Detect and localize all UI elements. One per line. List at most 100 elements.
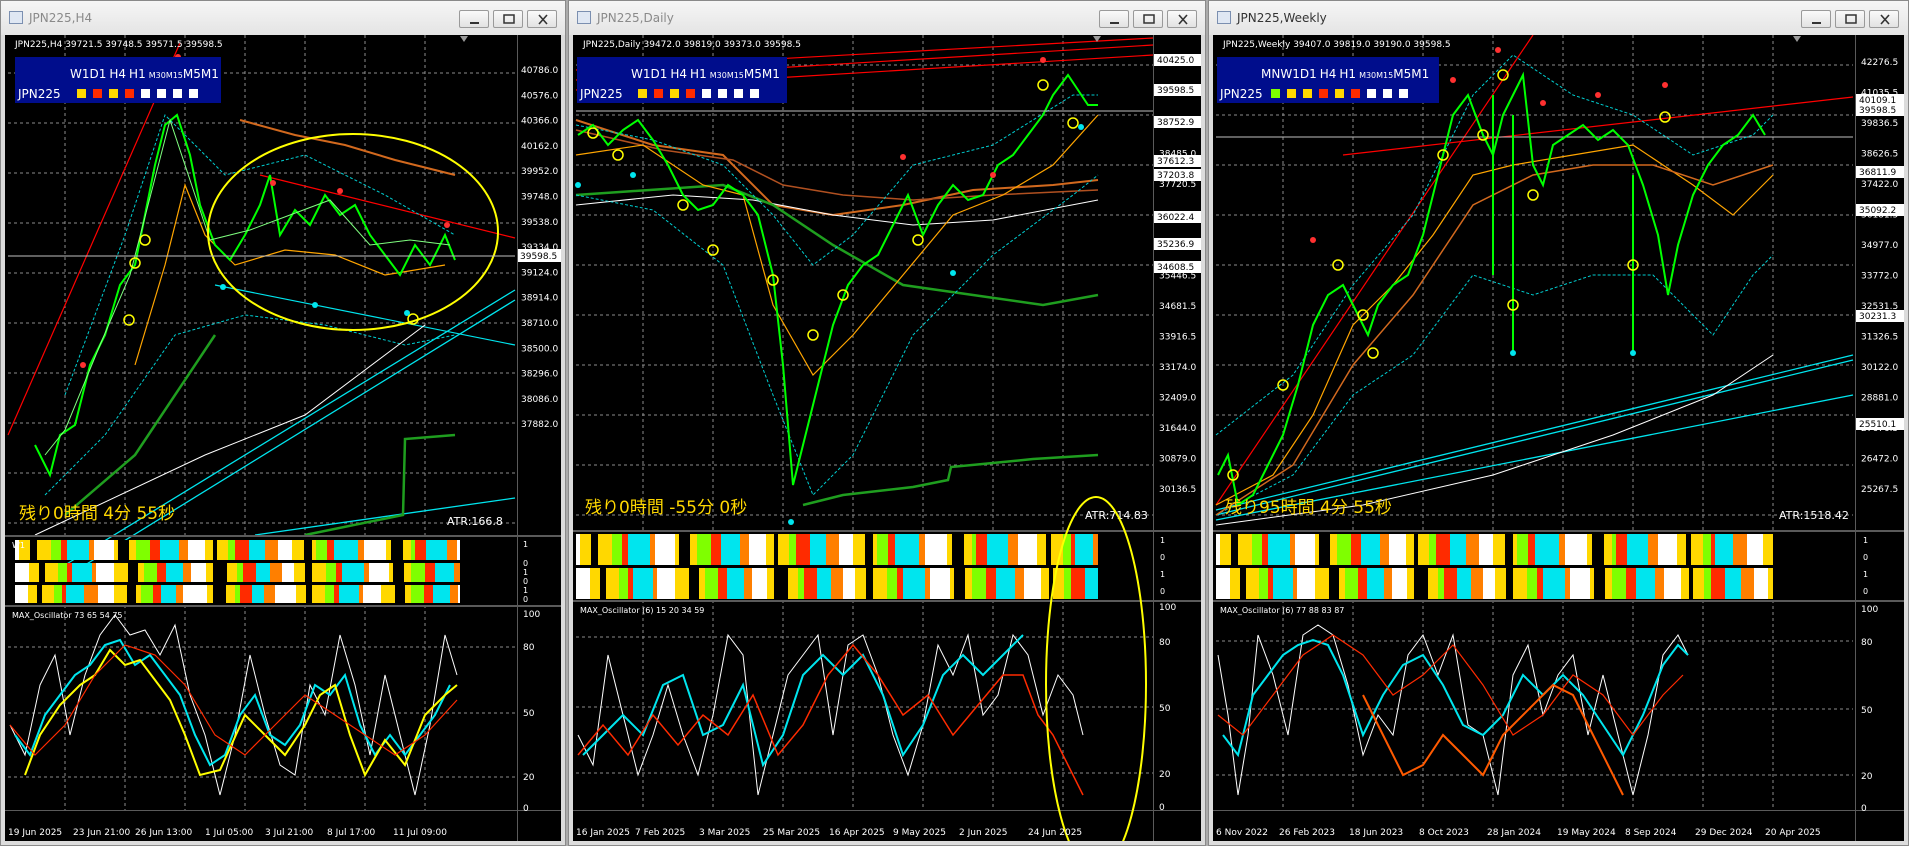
timeframe-status-boxes	[1271, 89, 1408, 98]
band-cell	[1093, 534, 1098, 565]
minimize-button[interactable]	[1801, 10, 1831, 28]
price-chart[interactable]: JPN225,H4 39721.5 39748.5 39571.5 39598.…	[5, 35, 561, 841]
chart-plot-area[interactable]: JPN225,Daily 39472.0 39819.0 39373.0 395…	[573, 35, 1201, 841]
chart-window-weekly[interactable]: JPN225,Weekly JPN225,Weekly 39407.0 3981…	[1208, 0, 1909, 846]
chart-plot-area[interactable]: JPN225,H4 39721.5 39748.5 39571.5 39598.…	[5, 35, 561, 841]
band-cell	[718, 568, 727, 599]
band-cell	[1612, 534, 1616, 565]
band-cell	[1479, 534, 1488, 565]
band-cell	[179, 540, 188, 560]
band-cell	[165, 585, 176, 603]
band-cell	[193, 540, 205, 560]
band-cell	[1071, 568, 1085, 599]
band-cell	[166, 540, 179, 560]
band-cell	[96, 563, 107, 582]
band-cell	[235, 585, 240, 603]
window-titlebar[interactable]: JPN225,H4	[1, 1, 565, 35]
svg-text:0: 0	[523, 595, 528, 604]
band-cell	[727, 534, 740, 565]
band-cell	[438, 585, 450, 603]
band-lower	[575, 174, 1099, 496]
band-cell	[1046, 534, 1051, 565]
cyan-trendline-1[interactable]	[1215, 354, 1854, 511]
band-cell	[15, 585, 28, 603]
band-cell	[1704, 568, 1711, 599]
chart-scroll-arrow[interactable]	[460, 36, 468, 42]
band-cell	[94, 540, 106, 560]
window-title: JPN225,Weekly	[1237, 11, 1327, 25]
band-cell	[930, 568, 942, 599]
minimize-button[interactable]	[459, 10, 489, 28]
maximize-button[interactable]	[1133, 10, 1163, 28]
band-cell	[1582, 568, 1590, 599]
moving-average-slow	[1215, 164, 1774, 516]
timeframe-status-box	[718, 89, 727, 98]
band-cell	[598, 534, 612, 565]
band-cell	[606, 568, 619, 599]
band-cell	[1735, 568, 1741, 599]
band-cell	[1428, 568, 1438, 599]
band-cell	[1085, 568, 1095, 599]
window-titlebar[interactable]: JPN225,Daily	[569, 1, 1205, 35]
close-button[interactable]	[527, 10, 557, 28]
time-axis: 6 Nov 2022 26 Feb 2023 18 Jun 2023 8 Oct…	[1216, 828, 1821, 838]
close-button[interactable]	[1869, 10, 1899, 28]
price-chart[interactable]: JPN225,Daily 39472.0 39819.0 39373.0 395…	[573, 35, 1201, 841]
band-cell	[108, 585, 114, 603]
red-resistance-line[interactable]	[259, 174, 516, 239]
svg-text:9 May 2025: 9 May 2025	[893, 828, 946, 838]
band-cell	[264, 585, 275, 603]
band-cell	[679, 534, 690, 565]
band-cell	[855, 568, 866, 599]
svg-text:0: 0	[1159, 803, 1165, 813]
band-cell	[1549, 534, 1559, 565]
band-cell	[1612, 568, 1626, 599]
band-cell	[1726, 534, 1733, 565]
band-cell	[1491, 568, 1495, 599]
minimize-button[interactable]	[1099, 10, 1129, 28]
price-chart[interactable]: JPN225,Weekly 39407.0 39819.0 39190.0 39…	[1213, 35, 1904, 841]
band-cell	[1339, 568, 1345, 599]
timeframe-status-box	[1399, 89, 1408, 98]
price-level-label: 32409.0	[1159, 394, 1196, 404]
band-cell	[817, 568, 826, 599]
band-cell	[1677, 534, 1686, 565]
svg-text:80: 80	[1159, 638, 1171, 648]
band-cell	[336, 563, 342, 582]
svg-text:25 Mar 2025: 25 Mar 2025	[763, 828, 820, 838]
chart-window-daily[interactable]: JPN225,Daily JPN225,Daily 39472.0 39819.…	[568, 0, 1206, 846]
band-cell	[1691, 534, 1703, 565]
band-cell	[1681, 568, 1689, 599]
maximize-button[interactable]	[1835, 10, 1865, 28]
band-cell	[226, 585, 235, 603]
band-cell	[580, 534, 591, 565]
price-tag-label: 35236.9	[1157, 240, 1194, 250]
band-cell	[256, 563, 265, 582]
band-cell	[1259, 568, 1268, 599]
band-cell	[1018, 534, 1024, 565]
maximize-button[interactable]	[493, 10, 523, 28]
band-cell	[1268, 568, 1273, 599]
cyan-trendline-2[interactable]	[1215, 359, 1854, 516]
band-cell	[919, 534, 925, 565]
svg-text:1: 1	[1863, 536, 1868, 545]
chart-plot-area[interactable]: JPN225,Weekly 39407.0 39819.0 39190.0 39…	[1213, 35, 1904, 841]
band-cell	[1506, 568, 1513, 599]
band-cell	[1460, 534, 1466, 565]
red-resistance-line[interactable]	[1342, 96, 1854, 156]
band-cell	[457, 540, 460, 560]
close-button[interactable]	[1167, 10, 1197, 28]
chart-window-h4[interactable]: JPN225,H4 JPN225,H4 39721.5 39748.5 3957…	[0, 0, 566, 846]
band-cell	[1418, 534, 1429, 565]
chart-scroll-arrow[interactable]	[1793, 36, 1801, 42]
price-tag-label: 36022.4	[1157, 213, 1194, 223]
window-titlebar[interactable]: JPN225,Weekly	[1209, 1, 1908, 35]
band-cell	[612, 534, 622, 565]
band-cell	[405, 585, 411, 603]
band-cell	[207, 585, 213, 603]
highlight-ellipse[interactable]	[207, 133, 499, 331]
band-cell	[848, 534, 853, 565]
band-cell	[1565, 568, 1570, 599]
red-trendline-long[interactable]	[1215, 35, 1534, 506]
band-cell	[213, 540, 217, 560]
